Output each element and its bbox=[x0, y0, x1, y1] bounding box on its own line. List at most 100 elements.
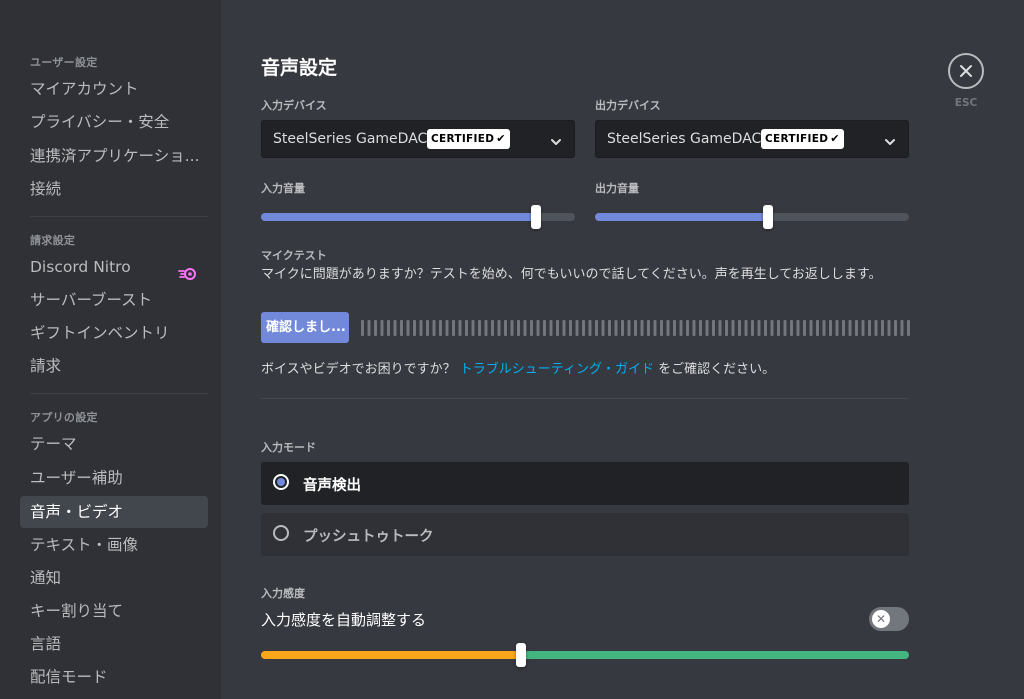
meter-bar bbox=[842, 320, 845, 336]
meter-bar bbox=[400, 320, 403, 336]
meter-bar bbox=[900, 320, 904, 336]
section-divider bbox=[261, 398, 909, 399]
meter-bar bbox=[419, 320, 423, 336]
sidebar-item-label: Discord Nitro bbox=[30, 258, 131, 276]
meter-bar bbox=[569, 320, 572, 336]
mic-test-label: マイクテスト bbox=[261, 249, 327, 262]
radio-label: プッシュトゥトーク bbox=[303, 529, 434, 545]
certified-badge: CERTIFIED ✔ bbox=[427, 129, 510, 149]
meter-bar bbox=[822, 320, 826, 336]
input-sensitivity-slider[interactable] bbox=[261, 643, 909, 667]
meter-bar bbox=[406, 320, 410, 336]
sidebar-item-text-images[interactable]: テキスト・画像 bbox=[20, 529, 208, 561]
sidebar-item-privacy-safety[interactable]: プライバシー・安全 bbox=[20, 106, 208, 138]
meter-bar bbox=[770, 320, 774, 336]
sensitivity-above bbox=[521, 651, 909, 659]
auto-sensitivity-label: 入力感度を自動調整する bbox=[261, 611, 427, 629]
close-icon: ✕ bbox=[875, 612, 887, 626]
meter-bar bbox=[653, 320, 657, 336]
meter-bar bbox=[471, 320, 475, 336]
sidebar-item-voice-video[interactable]: 音声・ビデオ bbox=[20, 496, 208, 528]
meter-bar bbox=[536, 320, 540, 336]
meter-bar bbox=[855, 320, 858, 336]
meter-bar bbox=[523, 320, 527, 336]
input-volume-slider[interactable] bbox=[261, 205, 575, 229]
meter-bar bbox=[595, 320, 598, 336]
auto-sensitivity-toggle[interactable]: ✕ bbox=[869, 607, 909, 631]
sidebar-divider bbox=[30, 216, 208, 217]
meter-bar bbox=[393, 320, 397, 336]
troubleshooting-guide-link[interactable]: トラブルシューティング・ガイド bbox=[460, 362, 654, 377]
meter-bar bbox=[549, 320, 553, 336]
meter-bar bbox=[673, 320, 676, 336]
slider-handle[interactable] bbox=[762, 205, 773, 229]
help-text: ボイスやビデオでお困りですか？ トラブルシューティング・ガイド をご確認ください… bbox=[261, 362, 776, 377]
meter-bar bbox=[413, 320, 416, 336]
meter-bar bbox=[543, 320, 546, 336]
meter-bar bbox=[504, 320, 507, 336]
radio-voice-activity[interactable]: 音声検出 bbox=[261, 462, 909, 505]
sidebar-item-authorized-apps[interactable]: 連携済アプリケーショ... bbox=[20, 140, 208, 172]
meter-bar bbox=[614, 320, 618, 336]
sidebar-item-gift-inventory[interactable]: ギフトインベントリ bbox=[20, 317, 208, 349]
output-device-select[interactable]: SteelSeries GameDAC CERTIFIED ✔ bbox=[595, 120, 909, 158]
settings-sidebar: ユーザー設定 マイアカウント プライバシー・安全 連携済アプリケーショ... 接… bbox=[0, 0, 221, 699]
sidebar-item-accessibility[interactable]: ユーザー補助 bbox=[20, 462, 208, 494]
sidebar-item-language[interactable]: 言語 bbox=[20, 628, 208, 660]
check-icon: ✔ bbox=[496, 132, 506, 145]
sidebar-item-streamer-mode[interactable]: 配信モード bbox=[20, 661, 208, 693]
meter-bar bbox=[510, 320, 514, 336]
meter-bar bbox=[757, 320, 761, 336]
output-device-label: 出力デバイス bbox=[595, 99, 661, 112]
meter-bar bbox=[725, 320, 728, 336]
sidebar-item-billing[interactable]: 請求 bbox=[20, 350, 208, 382]
meter-bar bbox=[796, 320, 800, 336]
slider-handle[interactable] bbox=[530, 205, 541, 229]
meter-bar bbox=[380, 320, 384, 336]
meter-bar bbox=[478, 320, 481, 336]
meter-bar bbox=[387, 320, 390, 336]
meter-bar bbox=[783, 320, 787, 336]
meter-bar bbox=[887, 320, 891, 336]
close-icon bbox=[960, 65, 972, 77]
meter-bar bbox=[666, 320, 670, 336]
meter-bar bbox=[809, 320, 813, 336]
sensitivity-below bbox=[261, 651, 522, 659]
section-label-user-settings: ユーザー設定 bbox=[30, 56, 98, 69]
meter-bar bbox=[640, 320, 644, 336]
meter-bar bbox=[848, 320, 852, 336]
sidebar-item-keybinds[interactable]: キー割り当て bbox=[20, 595, 208, 627]
meter-bar bbox=[894, 320, 897, 336]
input-device-select[interactable]: SteelSeries GameDAC CERTIFIED ✔ bbox=[261, 120, 575, 158]
section-label-billing-settings: 請求設定 bbox=[30, 234, 76, 247]
meter-bar bbox=[634, 320, 637, 336]
meter-bar bbox=[686, 320, 689, 336]
meter-bar bbox=[458, 320, 462, 336]
meter-bar bbox=[374, 320, 377, 336]
meter-bar bbox=[738, 320, 741, 336]
output-volume-label: 出力音量 bbox=[595, 182, 639, 195]
radio-push-to-talk[interactable]: プッシュトゥトーク bbox=[261, 513, 909, 556]
meter-bar bbox=[647, 320, 650, 336]
sidebar-item-my-account[interactable]: マイアカウント bbox=[20, 73, 208, 105]
page-title: 音声設定 bbox=[261, 57, 338, 79]
meter-bar bbox=[445, 320, 449, 336]
meter-bar bbox=[608, 320, 611, 336]
sidebar-item-discord-nitro[interactable]: Discord Nitro bbox=[20, 251, 208, 283]
sidebar-item-connections[interactable]: 接続 bbox=[20, 173, 208, 205]
close-settings-button[interactable] bbox=[948, 53, 984, 89]
radio-selected-icon bbox=[273, 474, 289, 490]
meter-bar bbox=[751, 320, 754, 336]
slider-fill bbox=[595, 213, 768, 221]
mic-test-button[interactable]: 確認しまし... bbox=[261, 312, 349, 343]
sidebar-item-server-boost[interactable]: サーバーブースト bbox=[20, 284, 208, 316]
sidebar-item-theme[interactable]: テーマ bbox=[20, 428, 208, 460]
chevron-down-icon bbox=[550, 133, 562, 152]
meter-bar bbox=[731, 320, 735, 336]
meter-bar bbox=[367, 320, 371, 336]
output-volume-slider[interactable] bbox=[595, 205, 909, 229]
sidebar-item-notifications[interactable]: 通知 bbox=[20, 562, 208, 594]
meter-bar bbox=[465, 320, 468, 336]
sidebar-divider bbox=[30, 393, 208, 394]
slider-handle[interactable] bbox=[516, 643, 527, 667]
